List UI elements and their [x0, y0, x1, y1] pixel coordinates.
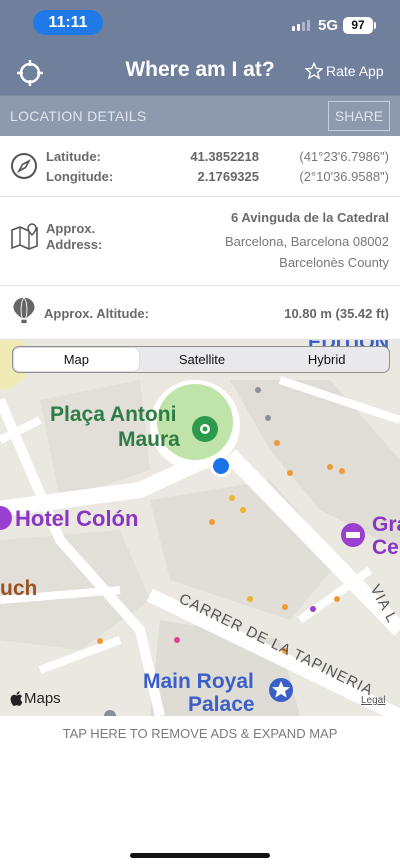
hot-air-balloon-icon	[13, 297, 35, 324]
remove-ads-banner[interactable]: TAP HERE TO REMOVE ADS & EXPAND MAP	[0, 726, 400, 741]
hotel-colon-label: Hotel Colón	[15, 506, 139, 531]
legal-link[interactable]: Legal	[361, 695, 385, 706]
gran-label-line1: Gra	[372, 513, 400, 536]
map-pin-icon	[11, 223, 38, 250]
star-outline-icon	[305, 62, 323, 80]
navigation-bar: 11:11 5G 97 Where am I at? Rate App	[0, 0, 400, 95]
segment-hybrid[interactable]: Hybrid	[264, 347, 389, 372]
address-label-line1: Approx.	[46, 221, 96, 236]
apple-logo-icon	[10, 691, 23, 706]
apple-maps-logo: Maps	[10, 690, 61, 707]
share-button[interactable]: SHARE	[328, 101, 390, 131]
altitude-row: Approx. Altitude: 10.80 m (35.42 ft)	[0, 286, 400, 340]
address-label-line2: Address:	[46, 237, 103, 252]
status-time: 11:11	[33, 10, 103, 35]
address-row: Approx. Address: 6 Avinguda de la Catedr…	[0, 197, 400, 286]
plaza-label-line1: Plaça Antoni	[50, 403, 177, 426]
compass-icon	[11, 153, 37, 179]
address-line2: Barcelona, Barcelona 08002	[224, 234, 389, 249]
map-view[interactable]: CARRER DE LA TAPINERIA VIA L EDITION Pla…	[0, 340, 400, 716]
latitude-label: Latitude:	[46, 149, 101, 164]
uch-label: uch	[0, 577, 38, 600]
network-type: 5G	[318, 17, 339, 34]
longitude-dms: (2°10'36.9588")	[299, 169, 389, 184]
section-title: LOCATION DETAILS	[10, 108, 147, 124]
coordinates-row: Latitude: 41.3852218 (41°23'6.7986") Lon…	[0, 136, 400, 197]
rate-app-label: Rate App	[326, 63, 384, 79]
battery-icon: 97	[343, 17, 373, 34]
home-indicator	[130, 853, 270, 858]
plaza-label-line2: Maura	[118, 428, 180, 451]
altitude-value: 10.80 m (35.42 ft)	[284, 306, 389, 321]
gran-label-line2: Ce	[372, 536, 399, 559]
longitude-label: Longitude:	[46, 169, 114, 184]
latitude-value: 41.3852218	[190, 149, 259, 164]
address-line3: Barcelonès County	[279, 255, 389, 270]
location-details-header: LOCATION DETAILS SHARE	[0, 95, 400, 136]
palace-label-line2: Palace	[188, 693, 255, 716]
address-line1: 6 Avinguda de la Catedral	[231, 210, 389, 225]
segment-map[interactable]: Map	[14, 348, 139, 371]
longitude-value: 2.1769325	[197, 169, 259, 184]
rate-app-button[interactable]: Rate App	[305, 62, 384, 80]
altitude-label: Approx. Altitude:	[44, 306, 149, 321]
segment-satellite[interactable]: Satellite	[140, 347, 265, 372]
maps-attribution: Maps	[24, 690, 61, 707]
latitude-dms: (41°23'6.7986")	[299, 149, 389, 164]
battery-tip	[374, 22, 376, 29]
signal-strength-icon	[292, 20, 310, 31]
map-type-segmented-control[interactable]: Map Satellite Hybrid	[12, 346, 390, 373]
palace-label-line1: Main Royal	[143, 670, 254, 693]
